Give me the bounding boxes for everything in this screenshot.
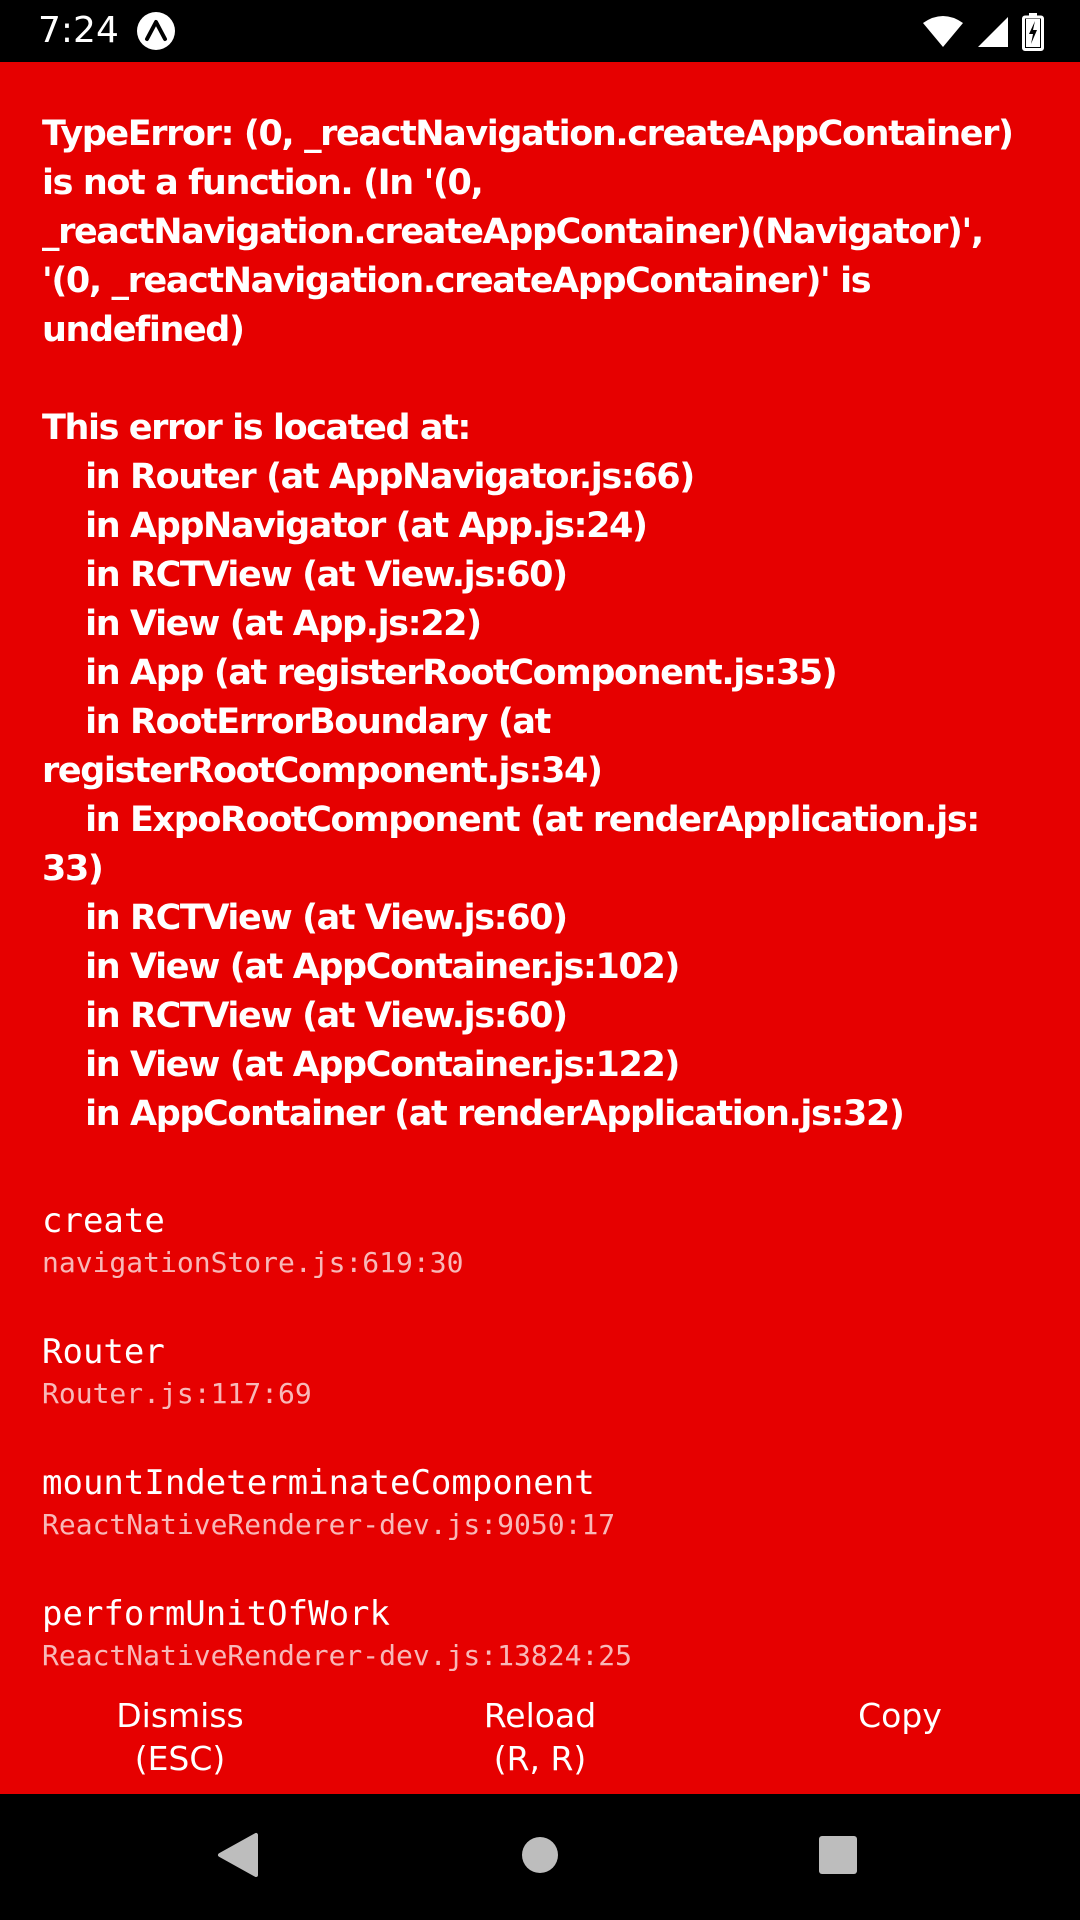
stack-location: Router.js:117:69: [42, 1377, 312, 1410]
stack-method: performUnitOfWork: [42, 1594, 390, 1634]
stack-location: ReactNativeRenderer-dev.js:9050:17: [42, 1508, 616, 1541]
reload-button-label: Reload: [483, 1696, 597, 1735]
dismiss-button-label: Dismiss: [116, 1696, 244, 1735]
stack-frame[interactable]: create navigationStore.js:619:30: [42, 1199, 1052, 1283]
recents-icon: [818, 1835, 858, 1880]
stack-location: ReactNativeRenderer-dev.js:13824:25: [42, 1639, 633, 1672]
error-screen: TypeError: (0, _reactNavigation.createAp…: [0, 62, 1080, 1794]
back-button[interactable]: [138, 1794, 338, 1920]
navigation-bar: [0, 1794, 1080, 1920]
wifi-icon: [922, 15, 964, 49]
dismiss-button-shortcut: (ESC): [134, 1739, 226, 1778]
stack-frame[interactable]: mountIndeterminateComponent ReactNativeR…: [42, 1461, 1052, 1545]
home-button[interactable]: [440, 1794, 640, 1920]
error-message: TypeError: (0, _reactNavigation.createAp…: [42, 114, 1014, 1134]
expo-logo-icon: [136, 11, 176, 51]
stack-frame[interactable]: performUnitOfWork ReactNativeRenderer-de…: [42, 1592, 1052, 1676]
status-time: 7:24: [38, 10, 119, 51]
reload-button-shortcut: (R, R): [493, 1739, 587, 1778]
copy-button-label: Copy: [858, 1696, 942, 1735]
stack-method: create: [42, 1201, 165, 1241]
copy-button[interactable]: Copy: [720, 1680, 1080, 1794]
home-icon: [520, 1835, 560, 1880]
action-button-bar: Dismiss (ESC) Reload (R, R) Copy: [0, 1680, 1080, 1794]
stack-frame[interactable]: Router Router.js:117:69: [42, 1330, 1052, 1414]
reload-button[interactable]: Reload (R, R): [360, 1680, 720, 1794]
recents-button[interactable]: [738, 1794, 938, 1920]
status-icons: [922, 12, 1044, 52]
stack-location: navigationStore.js:619:30: [42, 1246, 464, 1279]
battery-charging-icon: [1022, 13, 1044, 51]
stack-method: mountIndeterminateComponent: [42, 1463, 595, 1503]
dismiss-button[interactable]: Dismiss (ESC): [0, 1680, 360, 1794]
error-scroll-area[interactable]: TypeError: (0, _reactNavigation.createAp…: [42, 110, 1052, 1720]
signal-icon: [976, 15, 1010, 49]
status-bar: 7:24: [0, 0, 1080, 62]
stack-trace: create navigationStore.js:619:30 Router …: [42, 1199, 1052, 1676]
stack-method: Router: [42, 1332, 165, 1372]
back-icon: [216, 1831, 260, 1884]
